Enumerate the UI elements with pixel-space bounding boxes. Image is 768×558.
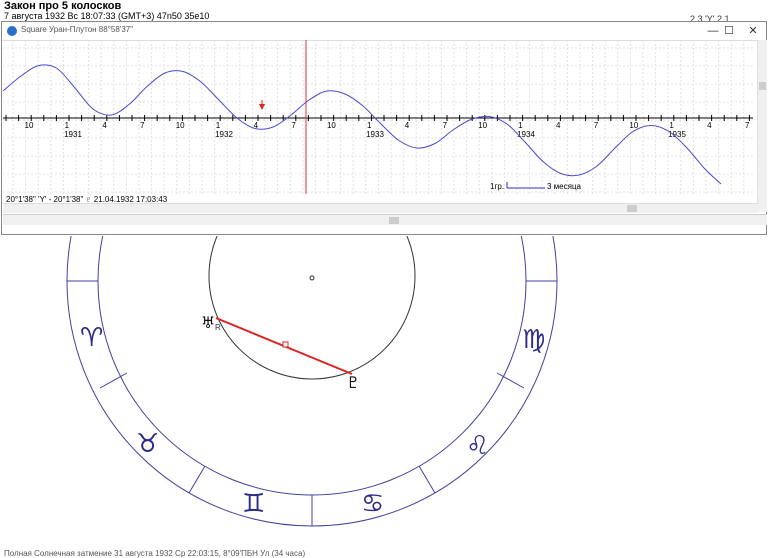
year-label: 1931	[64, 130, 82, 139]
month-tick-label: 10	[327, 121, 336, 130]
zodiac-inner-ring	[97, 236, 527, 496]
horizontal-scroll-thumb-2[interactable]	[389, 217, 399, 224]
month-tick-label: 7	[745, 121, 750, 130]
window-titlebar[interactable]: Square Уран-Плутон 88°58'37" — ☐ ✕	[2, 22, 766, 41]
month-tick-label: 1	[367, 121, 372, 130]
app-icon	[7, 26, 17, 36]
aspect-chart-window: Square Уран-Плутон 88°58'37" — ☐ ✕ 10 1 4 7…	[1, 21, 767, 235]
close-button[interactable]: ✕	[742, 22, 764, 40]
leo-icon: ♌	[466, 431, 489, 461]
center-point	[309, 275, 315, 281]
month-tick-label: 7	[594, 121, 599, 130]
uranus-icon: ♅	[201, 313, 215, 332]
month-tick-label: 1	[518, 121, 523, 130]
cancer-icon: ♋	[361, 489, 384, 519]
vertical-scrollbar[interactable]	[757, 40, 767, 212]
month-tick-label: 10	[176, 121, 185, 130]
month-tick-label: 7	[291, 121, 296, 130]
year-label: 1932	[215, 130, 233, 139]
sign-divider	[188, 465, 206, 494]
natal-wheel: ♅ R ♇ ♈ ♉ ♊ ♋ ♌ ♍	[66, 236, 558, 527]
maximize-button[interactable]: ☐	[718, 22, 740, 40]
transit-chart[interactable]: 10 1 4 7 10 1 4 7 10 1 4 7 10 1 4 7 10 1 4 7 1931 1932 1933 19…	[3, 40, 753, 212]
virgo-icon: ♍	[522, 325, 545, 355]
month-tick-label: 7	[443, 121, 448, 130]
month-tick-label: 4	[707, 121, 712, 130]
scale-period-label: 3 месяца	[547, 182, 581, 191]
aspect-curve	[3, 64, 722, 185]
horizontal-scroll-thumb[interactable]	[627, 205, 637, 212]
window-title: Square Уран-Плутон 88°58'37"	[21, 25, 134, 34]
month-tick-label: 4	[556, 121, 561, 130]
horizontal-scrollbar[interactable]	[3, 203, 758, 213]
aspect-midpoint	[282, 341, 289, 348]
month-tick-label: 1	[65, 121, 70, 130]
month-tick-label: 4	[102, 121, 107, 130]
sign-divider	[418, 465, 436, 494]
bottom-info: Полная Солнечная затмение 31 августа 193…	[4, 549, 306, 558]
vertical-scroll-thumb[interactable]	[759, 82, 766, 90]
year-label: 1933	[366, 130, 384, 139]
header-subtitle: 7 августа 1932 Вс 18:07:33 (GMT+3) 47n50…	[4, 11, 210, 21]
retrograde-label: R	[215, 323, 221, 332]
event-marker-icon	[259, 104, 265, 110]
month-tick-label: 10	[478, 121, 487, 130]
month-tick-label: 1	[669, 121, 674, 130]
aries-icon: ♈	[80, 323, 103, 353]
horizontal-scrollbar-2[interactable]	[3, 214, 767, 225]
pluto-icon: ♇	[346, 373, 360, 392]
year-label: 1934	[517, 130, 535, 139]
gemini-icon: ♊	[242, 489, 265, 519]
taurus-icon: ♉	[136, 429, 159, 459]
month-tick-label: 4	[405, 121, 410, 130]
scale-degree-label: 1гр.	[490, 182, 505, 191]
month-tick-label: 1	[216, 121, 221, 130]
month-tick-label: 7	[140, 121, 145, 130]
month-tick-label: 10	[25, 121, 34, 130]
